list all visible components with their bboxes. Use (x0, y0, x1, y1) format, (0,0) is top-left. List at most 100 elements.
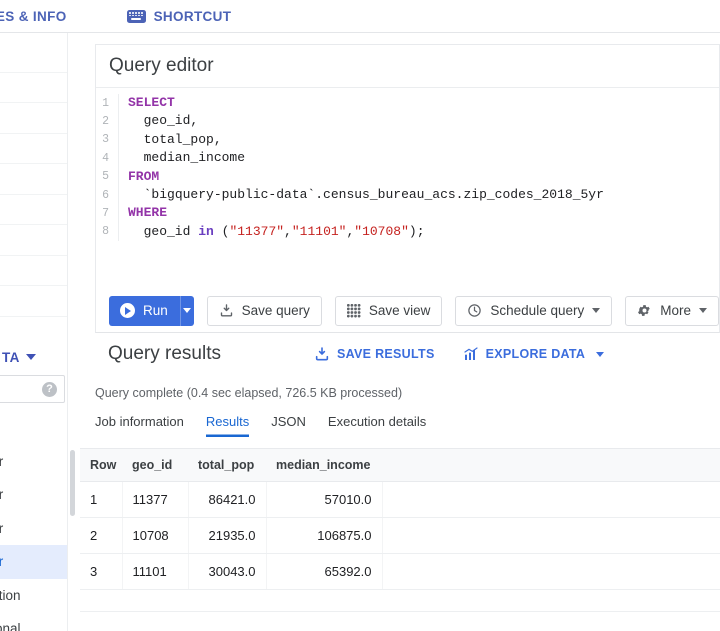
sidebar-blank-row[interactable] (0, 103, 67, 134)
sidebar-item-4-selected[interactable]: yr (0, 545, 67, 579)
sidebar-blank-rows (0, 42, 67, 317)
query-results-header: Query results SAVE RESULTS EXPLORE DATA (95, 333, 720, 375)
line-number: 3 (102, 133, 109, 147)
table-row[interactable]: 2 10708 21935.0 106875.0 (80, 517, 720, 554)
cell-total-pop: 86421.0 (188, 481, 267, 518)
code-line-4[interactable]: 4 median_income (96, 149, 719, 168)
sidebar-item-6[interactable]: ional (0, 612, 67, 631)
sidebar-blank-row[interactable] (0, 256, 67, 286)
shortcut-label: SHORTCUT (153, 8, 232, 24)
column-header-median-income[interactable]: median_income (266, 448, 382, 482)
help-icon[interactable]: ? (42, 381, 57, 397)
sidebar-item-0[interactable] (0, 411, 67, 445)
sidebar-blank-row[interactable] (0, 134, 67, 164)
sidebar-blank-row[interactable] (0, 73, 67, 103)
code-text: SELECT (118, 94, 719, 113)
code-line-6[interactable]: 6 `bigquery-public-data`.census_bureau_a… (96, 185, 719, 205)
chevron-down-icon (699, 308, 707, 313)
sidebar-item-label: ional (0, 621, 21, 631)
code-line-5[interactable]: 5 FROM (96, 167, 719, 186)
line-number: 5 (102, 170, 109, 184)
cell-geo-id: 10708 (122, 517, 189, 554)
chevron-down-icon (183, 308, 192, 313)
results-vertical-scrollbar[interactable] (70, 450, 75, 516)
code-line-1[interactable]: 1 SELECT (96, 94, 719, 113)
run-button-main[interactable]: Run (109, 296, 180, 326)
cell-median-income: 57010.0 (266, 481, 383, 518)
sidebar-blank-row[interactable] (0, 195, 67, 225)
code-text: WHERE (118, 204, 719, 223)
code-line-3[interactable]: 3 total_pop, (96, 130, 719, 150)
column-header-row[interactable]: Row (80, 448, 122, 482)
sidebar-item-label: yr (0, 487, 3, 502)
download-icon (220, 304, 232, 317)
cell-row-number: 1 (80, 481, 123, 518)
column-header-total-pop[interactable]: total_pop (188, 448, 266, 482)
cell-median-income: 65392.0 (266, 553, 383, 590)
tab-job-information[interactable]: Job information (95, 414, 184, 437)
code-line-8[interactable]: 8 geo_id in ("11377","11101","10708"); (96, 222, 719, 242)
save-query-label: Save query (241, 303, 310, 318)
sidebar-data-label: TA (2, 349, 20, 365)
cell-total-pop: 21935.0 (188, 517, 267, 554)
code-text: median_income (118, 149, 719, 168)
schedule-query-button[interactable]: Schedule query (455, 295, 613, 326)
sidebar-blank-row[interactable] (0, 286, 67, 317)
line-number: 2 (102, 115, 109, 129)
table-header-row: Row geo_id total_pop median_income (80, 448, 720, 482)
tab-results[interactable]: Results (206, 414, 249, 437)
line-number: 1 (102, 96, 109, 110)
sidebar-item-5[interactable]: ction (0, 579, 67, 613)
run-dropdown-button[interactable] (179, 295, 194, 326)
sidebar-item-2[interactable]: yr (0, 478, 67, 512)
tab-shortcut[interactable]: SHORTCUT (126, 8, 232, 24)
line-number: 7 (102, 207, 109, 221)
sidebar-item-1[interactable]: yr (0, 445, 67, 479)
query-results-table: Row geo_id total_pop median_income 1 113… (80, 448, 720, 612)
sidebar-search-box[interactable]: ts ? (0, 375, 65, 403)
query-editor-title: Query editor (96, 45, 719, 88)
sidebar-item-label: yr (0, 521, 3, 536)
sidebar-item-3[interactable]: yr (0, 512, 67, 546)
left-sidebar: TA ts ? yr yr yr yr ction (0, 33, 68, 631)
cell-filler (382, 517, 720, 554)
run-button[interactable]: Run (109, 295, 194, 326)
code-line-7[interactable]: 7 WHERE (96, 204, 719, 223)
clock-icon (468, 304, 482, 317)
sidebar-item-label: ction (0, 587, 21, 603)
features-and-info-label: ATURES & INFO (0, 8, 67, 24)
code-text: total_pop, (118, 130, 719, 150)
top-navigation-bar: ATURES & INFO SHORTCUT (0, 0, 720, 33)
sidebar-dataset-list: yr yr yr yr ction ional (0, 411, 67, 631)
sidebar-item-label: yr (0, 454, 3, 469)
column-header-geo-id[interactable]: geo_id (122, 448, 188, 482)
sidebar-blank-row[interactable] (0, 225, 67, 256)
bigquery-console: ATURES & INFO SHORTCUT TA ts ? (0, 0, 720, 631)
save-results-button[interactable]: SAVE RESULTS (314, 346, 435, 362)
save-view-button[interactable]: Save view (334, 295, 443, 326)
code-line-2[interactable]: 2 geo_id, (96, 112, 719, 131)
sidebar-data-dropdown[interactable]: TA (0, 345, 67, 369)
more-label: More (660, 303, 691, 318)
table-row[interactable]: 1 11377 86421.0 57010.0 (80, 481, 720, 518)
table-row[interactable]: 3 11101 30043.0 65392.0 (80, 553, 720, 590)
code-text: geo_id in ("11377","11101","10708"); (118, 222, 719, 242)
line-number: 6 (102, 188, 109, 202)
sql-code-editor[interactable]: 1 SELECT 2 geo_id, 3 total_pop, 4 median_inc… (96, 88, 719, 288)
more-button[interactable]: More (625, 295, 719, 326)
column-header-filler (382, 448, 720, 482)
save-query-button[interactable]: Save query (206, 295, 322, 326)
line-number: 4 (102, 151, 109, 165)
code-text: `bigquery-public-data`.census_bureau_acs… (118, 185, 719, 205)
schedule-query-label: Schedule query (490, 303, 585, 318)
sidebar-blank-row[interactable] (0, 42, 67, 73)
tab-features-and-info[interactable]: ATURES & INFO (0, 9, 67, 24)
gear-icon (638, 305, 650, 316)
explore-data-button[interactable]: EXPLORE DATA (463, 346, 605, 362)
tab-execution-details[interactable]: Execution details (328, 414, 426, 437)
cell-geo-id: 11101 (122, 553, 189, 590)
query-status-text: Query complete (0.4 sec elapsed, 726.5 K… (95, 386, 403, 400)
tab-json[interactable]: JSON (271, 414, 306, 437)
keyboard-icon (126, 9, 146, 23)
sidebar-blank-row[interactable] (0, 164, 67, 195)
